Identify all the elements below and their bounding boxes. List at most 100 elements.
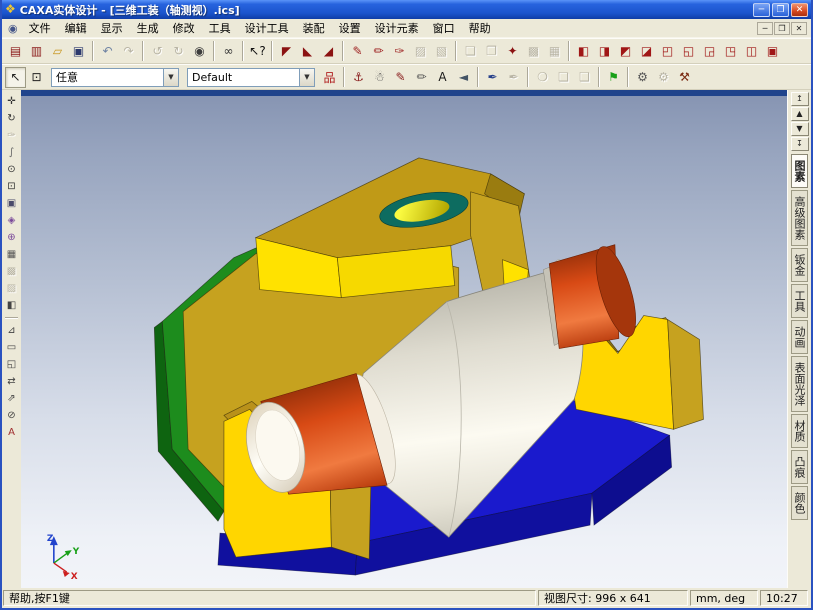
side-tab-1[interactable]: 图素 [791,154,808,188]
tools-config-button[interactable]: ✦ [502,41,523,62]
catalog-scroll-up-button[interactable]: ▲ [791,107,809,121]
menu-item-6[interactable]: 工具 [202,18,238,38]
toolbox-button[interactable]: ⚒ [674,67,695,88]
menu-item-11[interactable]: 窗口 [426,18,462,38]
model-canvas[interactable]: Z Y X [21,96,787,588]
text-3d-button[interactable]: A [3,424,20,441]
select-box-button[interactable]: ⊡ [26,67,47,88]
view-right-button[interactable]: ◪ [636,41,657,62]
model-swing-plate[interactable] [256,158,531,306]
style-combo-arrow-icon[interactable]: ▼ [299,69,314,86]
menu-item-8[interactable]: 装配 [296,18,332,38]
minimize-button[interactable]: ─ [753,3,770,17]
toolbar-separator [598,67,600,87]
new-from-template-button[interactable]: ▥ [26,41,47,62]
menu-item-7[interactable]: 设计工具 [238,18,296,38]
view-bottom-button[interactable]: ◱ [678,41,699,62]
view-left-button[interactable]: ◩ [615,41,636,62]
catalog-tabs: 图素高级图素钣金工具动画表面光泽材质凸痕颜色 [791,154,808,520]
paint-roller-icon: ❏ [558,70,569,84]
menu-item-2[interactable]: 编辑 [58,18,94,38]
side-tab-8[interactable]: 凸痕 [791,450,808,484]
camera-settings-button[interactable]: ▦ [3,246,20,263]
side-tab-3[interactable]: 钣金 [791,248,808,282]
wizard-1-button[interactable]: ⚙ [632,67,653,88]
pan-view-button[interactable]: ✛ [3,93,20,110]
title-bar[interactable]: ❖ CAXA实体设计 - [三维工装（轴测视）.ics] ─ ❐ ✕ [2,0,811,19]
find-button[interactable]: ∞ [218,41,239,62]
side-tab-7[interactable]: 材质 [791,414,808,448]
view-back-button[interactable]: ◨ [594,41,615,62]
edge-tool-button[interactable]: ⊿ [3,322,20,339]
save-file-button[interactable]: ▣ [68,41,89,62]
design-library-2-button[interactable]: ◣ [297,41,318,62]
arrow-tool-button[interactable]: ⇗ [3,390,20,407]
undo-button[interactable]: ↶ [97,41,118,62]
sketch-3d-button[interactable]: ✏ [368,41,389,62]
wizard-1-icon: ⚙ [637,70,648,84]
scene-tree-button[interactable]: 品 [319,67,340,88]
smart-eraser-button[interactable]: ✏ [411,67,432,88]
fly-mode-button[interactable]: ◈ [3,212,20,229]
menu-item-10[interactable]: 设计元素 [368,18,426,38]
menu-item-4[interactable]: 生成 [130,18,166,38]
select-arrow-button[interactable]: ↖ [5,67,26,88]
text-tool-button[interactable]: A [432,67,453,88]
rotate-view-button[interactable]: ↻ [3,110,20,127]
face-tool-button[interactable]: ▭ [3,339,20,356]
menu-item-1[interactable]: 文件 [22,18,58,38]
snap-mode-combo-arrow-icon[interactable]: ▼ [163,69,178,86]
menu-item-3[interactable]: 显示 [94,18,130,38]
swap-tool-button[interactable]: ⇄ [3,373,20,390]
menu-item-12[interactable]: 帮助 [462,18,498,38]
menu-item-5[interactable]: 修改 [166,18,202,38]
camera-pan-button[interactable]: ▣ [3,195,20,212]
look-at-button[interactable]: ⊕ [3,229,20,246]
side-tab-9[interactable]: 颜色 [791,486,808,520]
new-design-button[interactable]: ▤ [5,41,26,62]
annotate-button[interactable]: ✑ [389,41,410,62]
child-close-button[interactable]: ✕ [791,22,807,35]
close-button[interactable]: ✕ [791,3,808,17]
restore-button[interactable]: ❐ [772,3,789,17]
viewport-3d[interactable]: Z Y X [21,96,787,588]
design-library-3-button[interactable]: ◢ [318,41,339,62]
document-icon[interactable]: ◉ [4,22,22,35]
view-iso-3-button[interactable]: ◫ [741,41,762,62]
side-tab-4[interactable]: 工具 [791,284,808,318]
zoom-view-button[interactable]: ⊙ [3,161,20,178]
open-file-button[interactable]: ▱ [47,41,68,62]
audio-note-button[interactable]: ◄ [453,67,474,88]
box-select-button[interactable]: ◱ [3,356,20,373]
side-tab-2[interactable]: 高级图素 [791,190,808,246]
smart-motion-button[interactable]: ⚓ [348,67,369,88]
style-combo[interactable]: Default▼ [187,68,315,87]
eyedropper-button[interactable]: ✒ [482,67,503,88]
sketch-2d-button[interactable]: ✎ [347,41,368,62]
design-library-1-button[interactable]: ◤ [276,41,297,62]
spline-tool-button[interactable]: ∫ [3,144,20,161]
view-iso-4-button[interactable]: ▣ [762,41,783,62]
child-restore-button[interactable]: ❐ [774,22,790,35]
zoom-window-button[interactable]: ⊡ [3,178,20,195]
child-minimize-button[interactable]: ─ [757,22,773,35]
smart-paint-button[interactable]: ✎ [390,67,411,88]
circle-tool-button[interactable]: ⊘ [3,407,20,424]
side-tab-5[interactable]: 动画 [791,320,808,354]
menu-item-9[interactable]: 设置 [332,18,368,38]
side-tab-6[interactable]: 表面光泽 [791,356,808,412]
start-flag-button[interactable]: ⚑ [603,67,624,88]
snap-mode-combo[interactable]: 任意▼ [51,68,179,87]
context-help-button[interactable]: ↖? [247,41,268,62]
display-mode-button[interactable]: ◧ [3,297,20,314]
catalog-scroll-down-button[interactable]: ▼ [791,122,809,136]
catalog-scroll-bottom-button[interactable]: ↧ [791,137,809,151]
view-top-button[interactable]: ◰ [657,41,678,62]
view-front-button[interactable]: ◧ [573,41,594,62]
view-iso-2-button[interactable]: ◳ [720,41,741,62]
view-iso-1-button[interactable]: ◲ [699,41,720,62]
circle-tool-icon: ⊘ [7,410,15,421]
smart-snap-button[interactable]: ☃ [369,67,390,88]
orbit-view-button[interactable]: ◉ [189,41,210,62]
catalog-scroll-top-button[interactable]: ↥ [791,92,809,106]
